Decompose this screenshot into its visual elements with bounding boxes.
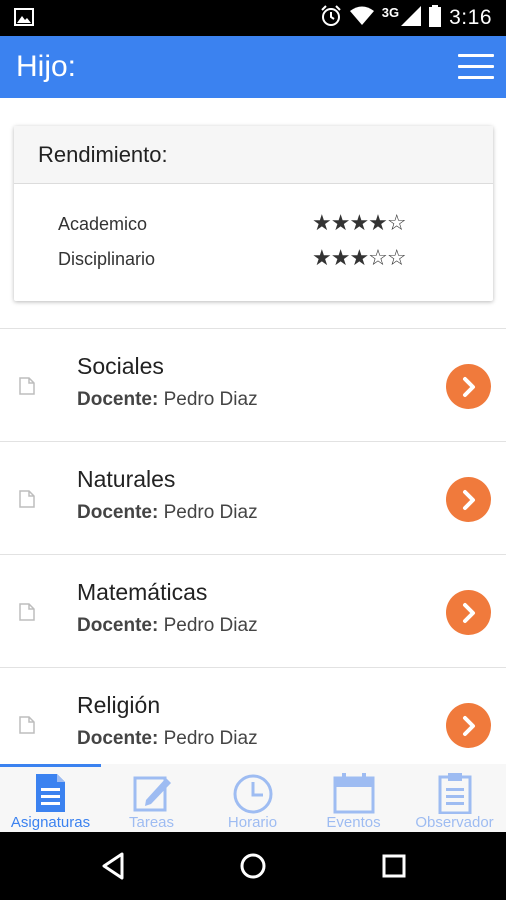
subject-name: Sociales <box>77 353 164 379</box>
document-icon <box>19 716 35 734</box>
tab-label: Tareas <box>128 814 175 831</box>
tab-observador[interactable]: Observador <box>404 764 505 832</box>
chevron-right-icon <box>462 602 475 623</box>
performance-row-academic: Academico ★★★★☆ <box>58 210 418 240</box>
open-subject-button[interactable] <box>446 590 491 635</box>
subject-list[interactable]: Sociales Docente: Pedro Diaz Naturales D… <box>0 328 506 764</box>
wifi-icon <box>349 6 374 31</box>
teacher-name: Pedro Diaz <box>163 502 258 523</box>
battery-icon <box>429 4 442 32</box>
recents-icon[interactable] <box>378 850 410 882</box>
edit-icon <box>133 776 171 812</box>
teacher-line: Docente: Pedro Diaz <box>77 502 258 524</box>
signal-icon <box>401 5 422 31</box>
page-title: Hijo: <box>16 50 77 83</box>
performance-label: Academico <box>58 214 148 234</box>
performance-card: Rendimiento: Academico ★★★★☆ Disciplinar… <box>14 126 493 301</box>
chevron-right-icon <box>462 376 475 397</box>
open-subject-button[interactable] <box>446 364 491 409</box>
bottom-tab-bar: Asignaturas Tareas Horario Eventos Obser… <box>0 764 506 832</box>
teacher-name: Pedro Diaz <box>163 728 258 749</box>
performance-label: Disciplinario <box>58 249 156 269</box>
open-subject-button[interactable] <box>446 703 491 748</box>
chevron-right-icon <box>462 489 475 510</box>
document-icon <box>19 377 35 395</box>
star-rating: ★★★☆☆ <box>312 245 407 270</box>
subject-name: Naturales <box>77 466 176 492</box>
clock-time: 3:16 <box>449 6 492 29</box>
system-nav-bar <box>0 832 506 900</box>
document-icon <box>19 490 35 508</box>
teacher-line: Docente: Pedro Diaz <box>77 728 258 750</box>
teacher-label: Docente: <box>77 389 159 410</box>
document-icon <box>36 774 65 812</box>
list-item[interactable]: Religión Docente: Pedro Diaz <box>0 668 506 764</box>
tab-label: Asignaturas <box>10 814 91 831</box>
alarm-icon <box>320 4 342 32</box>
hamburger-menu-icon[interactable] <box>458 54 494 82</box>
tab-asignaturas[interactable]: Asignaturas <box>0 764 101 832</box>
tab-label: Observador <box>415 814 494 831</box>
open-subject-button[interactable] <box>446 477 491 522</box>
performance-row-discipline: Disciplinario ★★★☆☆ <box>58 245 418 275</box>
star-rating: ★★★★☆ <box>312 210 407 235</box>
subject-name: Religión <box>77 692 161 718</box>
chevron-right-icon <box>462 715 475 736</box>
tab-label: Horario <box>227 814 278 831</box>
tab-tareas[interactable]: Tareas <box>101 764 202 832</box>
document-icon <box>19 603 35 621</box>
image-notification-icon <box>14 8 34 31</box>
tab-eventos[interactable]: Eventos <box>303 764 404 832</box>
teacher-line: Docente: Pedro Diaz <box>77 389 258 411</box>
teacher-label: Docente: <box>77 502 159 523</box>
list-item[interactable]: Sociales Docente: Pedro Diaz <box>0 329 506 442</box>
calendar-icon <box>333 773 375 814</box>
performance-title: Rendimiento: <box>14 126 493 184</box>
network-type-label: 3G <box>381 4 400 20</box>
teacher-label: Docente: <box>77 615 159 636</box>
app-bar: Hijo: <box>0 36 506 98</box>
teacher-name: Pedro Diaz <box>163 389 258 410</box>
teacher-line: Docente: Pedro Diaz <box>77 615 258 637</box>
home-icon[interactable] <box>237 850 269 882</box>
tab-horario[interactable]: Horario <box>202 764 303 832</box>
list-item[interactable]: Naturales Docente: Pedro Diaz <box>0 442 506 555</box>
back-icon[interactable] <box>98 850 130 882</box>
clipboard-icon <box>438 773 472 814</box>
tab-label: Eventos <box>326 814 381 831</box>
status-bar: 3G 3:16 <box>0 0 506 36</box>
subject-name: Matemáticas <box>77 579 208 605</box>
teacher-label: Docente: <box>77 728 159 749</box>
teacher-name: Pedro Diaz <box>163 615 258 636</box>
clock-icon <box>233 774 273 814</box>
list-item[interactable]: Matemáticas Docente: Pedro Diaz <box>0 555 506 668</box>
